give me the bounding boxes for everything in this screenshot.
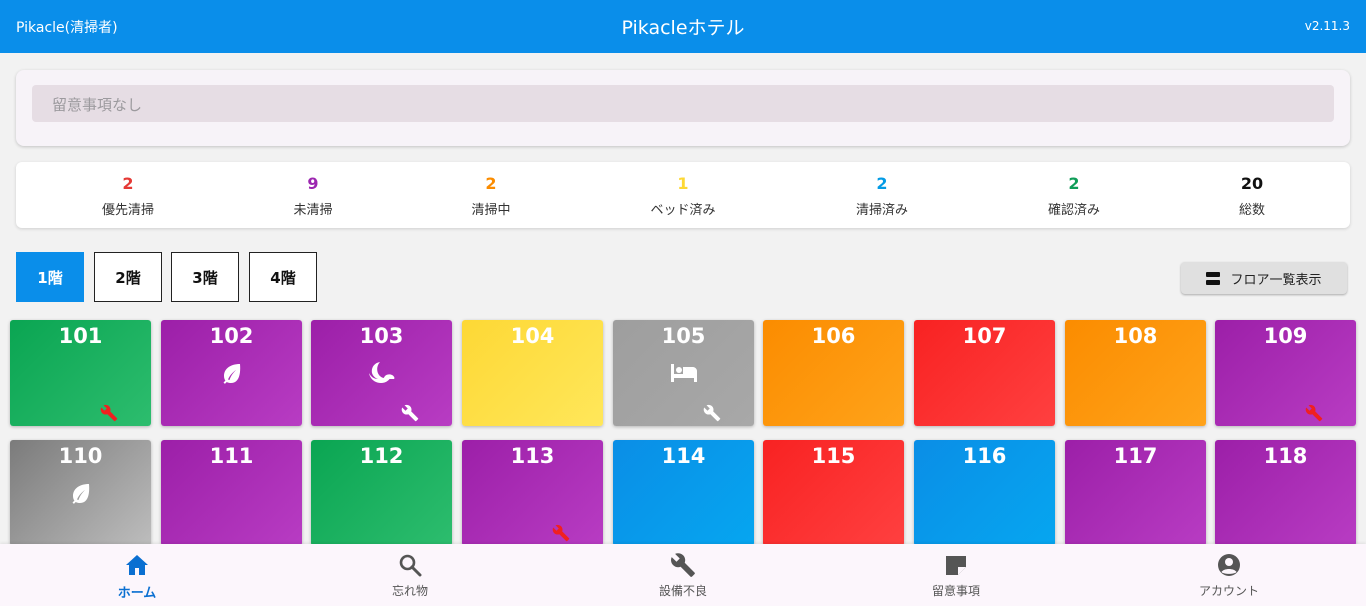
wrench-icon bbox=[552, 524, 572, 544]
wrench-icon bbox=[401, 404, 421, 424]
room-number: 115 bbox=[811, 444, 856, 468]
room-tile[interactable]: 117 bbox=[1065, 440, 1206, 546]
nav-account[interactable]: アカウント bbox=[1169, 552, 1289, 599]
room-tile[interactable]: 109 bbox=[1215, 320, 1356, 426]
room-tile[interactable]: 103 bbox=[311, 320, 452, 426]
nav-notes[interactable]: 留意事項 bbox=[896, 552, 1016, 599]
nav-label: アカウント bbox=[1198, 584, 1259, 598]
room-number: 105 bbox=[661, 324, 706, 348]
leaf-icon bbox=[216, 360, 248, 386]
room-number: 117 bbox=[1113, 444, 1158, 468]
nav-label: 設備不良 bbox=[658, 584, 707, 598]
room-tile[interactable]: 115 bbox=[763, 440, 904, 546]
room-number: 106 bbox=[811, 324, 856, 348]
room-number: 104 bbox=[510, 324, 555, 348]
room-tile[interactable]: 116 bbox=[914, 440, 1055, 546]
room-grid: 101 102 103 104 105 106 107 108 109 110 111 112 113 1… bbox=[0, 0, 1366, 606]
bed-icon bbox=[668, 360, 700, 386]
search-icon bbox=[350, 552, 470, 578]
nav-label: 留意事項 bbox=[931, 584, 980, 598]
room-number: 109 bbox=[1263, 324, 1308, 348]
room-tile[interactable]: 101 bbox=[10, 320, 151, 426]
moon-icon bbox=[366, 360, 398, 386]
wrench-icon bbox=[100, 404, 120, 424]
room-number: 108 bbox=[1113, 324, 1158, 348]
room-number: 107 bbox=[962, 324, 1007, 348]
room-number: 112 bbox=[359, 444, 404, 468]
room-tile[interactable]: 111 bbox=[161, 440, 302, 546]
room-number: 101 bbox=[58, 324, 103, 348]
room-tile[interactable]: 112 bbox=[311, 440, 452, 546]
bottom-navigation: ホーム 忘れ物 設備不良 留意事項 アカウント bbox=[0, 544, 1366, 606]
room-number: 110 bbox=[58, 444, 103, 468]
nav-lost-items[interactable]: 忘れ物 bbox=[350, 552, 470, 599]
wrench-icon bbox=[703, 404, 723, 424]
room-number: 111 bbox=[209, 444, 254, 468]
room-tile[interactable]: 110 bbox=[10, 440, 151, 546]
account-icon bbox=[1169, 552, 1289, 578]
room-tile[interactable]: 107 bbox=[914, 320, 1055, 426]
room-tile[interactable]: 114 bbox=[613, 440, 754, 546]
home-icon bbox=[77, 552, 197, 578]
leaf-icon bbox=[65, 480, 97, 506]
wrench-icon bbox=[623, 552, 743, 578]
room-tile[interactable]: 113 bbox=[462, 440, 603, 546]
room-number: 103 bbox=[359, 324, 404, 348]
room-tile[interactable]: 108 bbox=[1065, 320, 1206, 426]
nav-label: 忘れ物 bbox=[391, 584, 428, 598]
room-number: 114 bbox=[661, 444, 706, 468]
nav-equipment-defects[interactable]: 設備不良 bbox=[623, 552, 743, 599]
room-number: 116 bbox=[962, 444, 1007, 468]
nav-home[interactable]: ホーム bbox=[77, 552, 197, 601]
room-number: 113 bbox=[510, 444, 555, 468]
room-number: 118 bbox=[1263, 444, 1308, 468]
room-tile[interactable]: 118 bbox=[1215, 440, 1356, 546]
room-number: 102 bbox=[209, 324, 254, 348]
nav-label: ホーム bbox=[117, 586, 157, 601]
room-tile[interactable]: 106 bbox=[763, 320, 904, 426]
note-icon bbox=[896, 552, 1016, 578]
room-tile[interactable]: 105 bbox=[613, 320, 754, 426]
wrench-icon bbox=[1305, 404, 1325, 424]
room-tile[interactable]: 102 bbox=[161, 320, 302, 426]
room-tile[interactable]: 104 bbox=[462, 320, 603, 426]
